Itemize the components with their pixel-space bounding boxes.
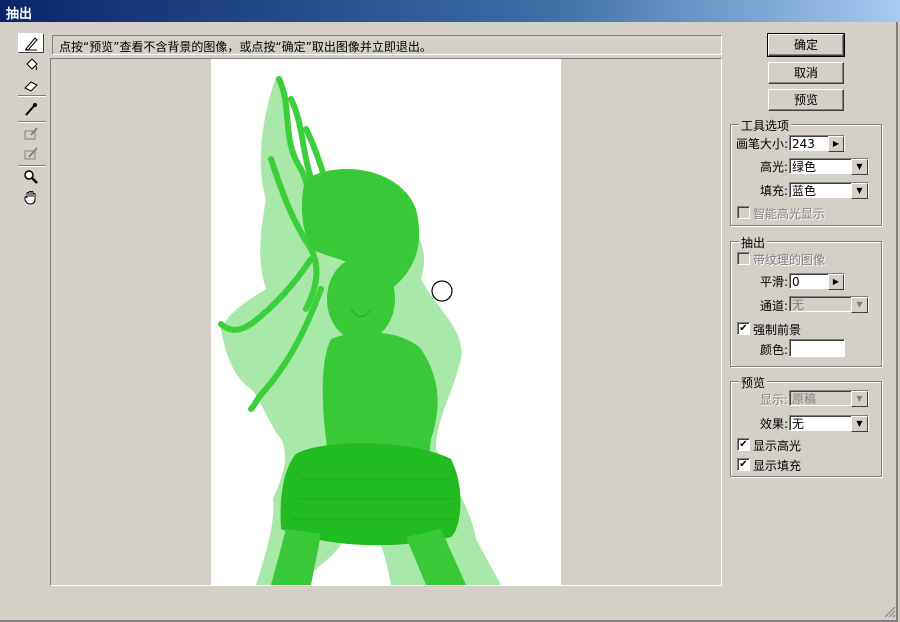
smooth-value: 0 [792,275,800,289]
smooth-arrow-icon[interactable]: ▶ [828,274,844,290]
fill-tool[interactable] [18,55,44,75]
paint-bucket-icon [26,58,38,71]
effect-select[interactable]: 无 ▼ [789,415,869,432]
highlight-color-value: 绿色 [792,160,817,174]
effect-value: 无 [792,417,805,431]
highlight-label: 高光: [760,160,789,174]
force-foreground-checkbox[interactable]: ✔ [737,322,750,335]
extraction-group: 抽出 带纹理的图像 平滑: 0 ▶ 通道: 无 ▼ ✔ 强制前景 颜色: [730,234,882,367]
extract-image[interactable] [211,59,561,585]
eyedropper-icon [25,103,37,116]
cleanup-tool[interactable] [18,123,44,143]
toolbar-divider [18,95,46,97]
textured-image-label: 带纹理的图像 [753,253,826,267]
hand-icon [24,191,36,205]
channel-value: 无 [792,298,805,312]
effect-label: 效果: [760,417,789,431]
chevron-down-icon[interactable]: ▼ [851,183,868,199]
preview-group: 预览 显示: 原稿 ▼ 效果: 无 ▼ ✔ 显示高光 ✔ 显示填充 [730,374,882,477]
group-title: 抽出 [739,234,768,251]
show-highlight-checkbox[interactable]: ✔ [737,438,750,451]
brush-size-arrow-icon[interactable]: ▶ [828,136,844,152]
chevron-down-icon[interactable]: ▼ [851,297,868,313]
cleanup-icon [24,127,38,140]
tool-options-group: 工具选项 画笔大小: 243 ▶ 高光: 绿色 ▼ 填充: 蓝色 ▼ 智能高光显… [730,117,882,226]
show-fill-checkbox[interactable]: ✔ [737,458,750,471]
fill-color-select[interactable]: 蓝色 ▼ [789,182,869,199]
show-value: 原稿 [792,392,817,406]
smooth-input[interactable]: 0 ▶ [789,273,845,290]
eyedropper-tool[interactable] [18,99,44,119]
group-title: 工具选项 [739,117,792,134]
show-select[interactable]: 原稿 ▼ [789,390,869,407]
fill-color-value: 蓝色 [792,184,817,198]
smooth-label: 平滑: [760,275,789,289]
color-label: 颜色: [760,343,789,357]
textured-image-checkbox[interactable] [737,252,750,265]
preview-button[interactable]: 预览 [768,89,844,111]
brush-size-label: 画笔大小: [736,137,789,151]
title-bar: 抽出 [0,0,900,22]
force-foreground-label: 强制前景 [753,323,802,337]
edge-touchup-icon [24,147,38,160]
magnifier-icon [24,170,38,184]
chevron-down-icon[interactable]: ▼ [851,416,868,432]
ok-button[interactable]: 确定 [767,33,845,57]
edge-highlighter-tool[interactable] [18,33,44,53]
instruction-bar: 点按“预览”查看不含背景的图像，或点按“确定”取出图像并立即退出。 [52,35,722,55]
foreground-color-swatch[interactable] [789,339,845,357]
brush-cursor [431,280,453,302]
smart-highlight-label: 智能高光显示 [753,207,826,221]
zoom-tool[interactable] [18,167,44,187]
instruction-text: 点按“预览”查看不含背景的图像，或点按“确定”取出图像并立即退出。 [59,40,432,54]
highlighter-icon [25,37,38,51]
chevron-down-icon[interactable]: ▼ [851,159,868,175]
show-fill-label: 显示填充 [753,459,802,473]
eraser-tool[interactable] [18,75,44,95]
window-title: 抽出 [6,7,33,22]
group-title: 预览 [739,374,768,391]
smart-highlight-checkbox[interactable] [737,206,750,219]
eraser-icon [24,81,38,92]
show-highlight-label: 显示高光 [753,439,802,453]
highlighted-figure-image [218,76,501,585]
brush-size-value: 243 [792,137,815,151]
channel-select[interactable]: 无 ▼ [789,296,869,313]
brush-size-input[interactable]: 243 ▶ [789,135,845,152]
highlight-color-select[interactable]: 绿色 ▼ [789,158,869,175]
chevron-down-icon[interactable]: ▼ [851,391,868,407]
show-label: 显示: [760,393,789,407]
preview-canvas[interactable] [50,58,722,586]
hand-tool[interactable] [18,187,44,207]
channel-label: 通道: [760,299,789,313]
fill-label: 填充: [760,184,789,198]
resize-grip-icon[interactable] [884,606,896,618]
edge-touchup-tool[interactable] [18,143,44,163]
cancel-button[interactable]: 取消 [768,62,844,84]
